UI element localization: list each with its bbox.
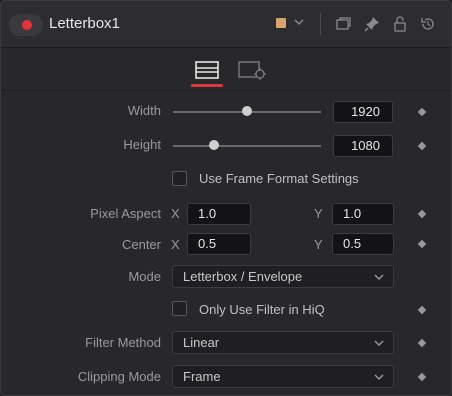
use-frame-format-label: Use Frame Format Settings — [199, 171, 359, 186]
clipping-mode-label: Clipping Mode — [77, 369, 161, 384]
center-y-label: Y — [314, 237, 323, 252]
pixel-aspect-label: Pixel Aspect — [90, 206, 161, 221]
pin-icon[interactable] — [363, 15, 381, 33]
filter-method-label: Filter Method — [85, 335, 161, 350]
pixel-aspect-x-label: X — [171, 206, 180, 221]
mode-value: Letterbox / Envelope — [183, 269, 303, 284]
center-x-field[interactable]: 0.5 — [187, 233, 251, 255]
width-field[interactable]: 1920 — [333, 101, 393, 123]
controls-tab-icon[interactable] — [187, 55, 227, 85]
mode-label: Mode — [128, 269, 161, 284]
width-slider-knob[interactable] — [242, 106, 252, 116]
pixel-aspect-keyframe-icon[interactable] — [417, 209, 427, 219]
active-tab-indicator — [191, 84, 223, 87]
pixel-aspect-y-field[interactable]: 1.0 — [332, 203, 394, 225]
center-keyframe-icon[interactable] — [417, 239, 427, 249]
pixel-aspect-x-field[interactable]: 1.0 — [187, 203, 251, 225]
chevron-down-icon — [374, 340, 384, 346]
pixel-aspect-y-label: Y — [314, 206, 323, 221]
center-label: Center — [121, 237, 161, 252]
color-swatch[interactable] — [276, 18, 286, 28]
hiq-checkbox[interactable] — [172, 301, 187, 316]
chevron-down-icon[interactable] — [292, 15, 306, 29]
height-keyframe-icon[interactable] — [417, 141, 427, 151]
height-label: Height — [123, 137, 161, 152]
center-x-label: X — [171, 237, 180, 252]
settings-tab-icon[interactable] — [231, 55, 271, 85]
height-slider-knob[interactable] — [209, 140, 220, 150]
controls-body: Width 1920 Height 1080 Use Frame Format … — [1, 92, 451, 395]
center-y-field[interactable]: 0.5 — [332, 233, 394, 255]
width-keyframe-icon[interactable] — [417, 107, 427, 117]
height-slider[interactable] — [173, 145, 321, 147]
chevron-down-icon — [374, 374, 384, 380]
filter-method-value: Linear — [183, 335, 220, 350]
clipping-mode-dropdown[interactable]: Frame — [172, 365, 394, 388]
lock-icon[interactable] — [391, 15, 409, 33]
filter-method-dropdown[interactable]: Linear — [172, 331, 394, 354]
use-frame-format-checkbox[interactable] — [172, 171, 187, 186]
header-divider — [320, 13, 321, 35]
inspector-panel: Letterbox1 Width 1920 Height 1080 Use Fr… — [0, 0, 452, 396]
tool-name: Letterbox1 — [49, 15, 120, 32]
clipping-mode-keyframe-icon[interactable] — [417, 372, 427, 382]
hiq-keyframe-icon[interactable] — [417, 305, 427, 315]
tab-bar — [1, 49, 451, 91]
mode-dropdown[interactable]: Letterbox / Envelope — [172, 265, 394, 288]
tool-header: Letterbox1 — [1, 1, 451, 48]
filter-method-keyframe-icon[interactable] — [417, 338, 427, 348]
chevron-down-icon — [374, 274, 384, 280]
enable-toggle[interactable] — [9, 14, 43, 36]
reset-icon[interactable] — [419, 15, 437, 33]
enable-dot-icon — [22, 20, 32, 30]
clipping-mode-value: Frame — [183, 369, 221, 384]
window-icon[interactable] — [334, 15, 352, 33]
hiq-label: Only Use Filter in HiQ — [199, 302, 325, 317]
width-label: Width — [127, 103, 161, 118]
height-field[interactable]: 1080 — [333, 135, 393, 157]
